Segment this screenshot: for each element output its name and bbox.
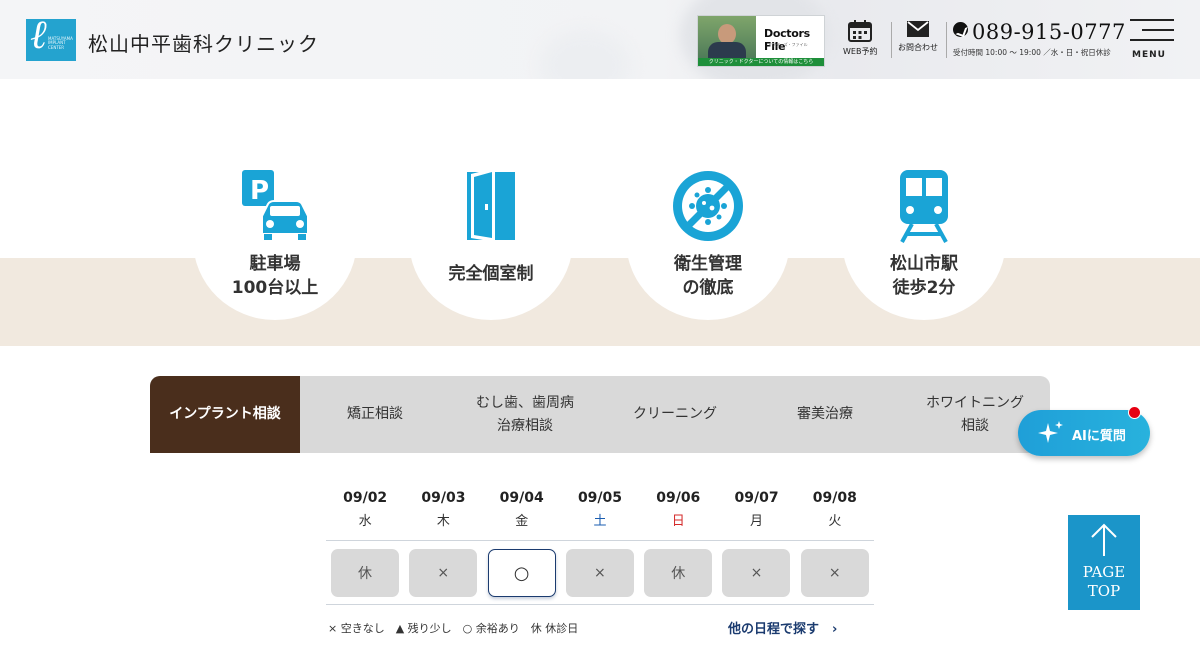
availability-row: 休 × ○ × 休 × × bbox=[331, 549, 869, 597]
date-cell: 09/08 火 bbox=[812, 490, 857, 529]
treatment-tabs: インプラント相談 矯正相談 むし歯、歯周病治療相談 クリーニング 審美治療 ホワ… bbox=[150, 376, 1050, 453]
logo-small-text: MATSUYAMA IMPLANT CENTER bbox=[48, 36, 73, 50]
web-reserve-label: WEB予約 bbox=[843, 47, 878, 56]
feature-line1: 松山市駅 bbox=[890, 254, 958, 274]
feature-parking: P 駐車場 100台以上 bbox=[193, 160, 357, 320]
notification-dot bbox=[1128, 406, 1141, 419]
contact-label: お問合わせ bbox=[898, 43, 938, 52]
phone-block[interactable]: 089-915-0777 受付時間 10:00 ～ 19:00 ／水・日・祝日休… bbox=[953, 20, 1126, 58]
divider bbox=[326, 604, 874, 605]
date-row: 09/02 水 09/03 木 09/04 金 09/05 土 09/06 日 09/07… bbox=[326, 490, 874, 529]
page-top-button[interactable]: PAGE TOP bbox=[1068, 515, 1140, 610]
menu-label: MENU bbox=[1132, 50, 1166, 60]
site-header: ℓ MATSUYAMA IMPLANT CENTER 松山中平歯科クリニック D… bbox=[0, 0, 1200, 79]
header-divider bbox=[946, 22, 947, 58]
svg-text:P: P bbox=[250, 176, 269, 206]
parking-car-icon: P bbox=[242, 170, 309, 240]
logo-letter: ℓ bbox=[30, 12, 47, 58]
page-top-label: PAGE bbox=[1082, 563, 1126, 581]
doctors-file-subtitle: ドクターズ・ファイル bbox=[768, 42, 808, 47]
business-hours: 受付時間 10:00 ～ 19:00 ／水・日・祝日休診 bbox=[953, 48, 1111, 57]
feature-line1: 完全個室制 bbox=[448, 264, 534, 284]
tab-implant[interactable]: インプラント相談 bbox=[150, 376, 300, 453]
divider bbox=[326, 540, 874, 541]
slot-full: × bbox=[800, 549, 869, 597]
no-germs-icon bbox=[673, 171, 743, 241]
feature-line2: 徒歩2分 bbox=[892, 278, 956, 298]
date-cell: 09/04 金 bbox=[499, 490, 544, 529]
slot-full: × bbox=[565, 549, 634, 597]
feature-line2: 100台以上 bbox=[231, 278, 319, 298]
doctors-file-banner[interactable]: Doctors File ドクターズ・ファイル クリニック・ドクターについての情… bbox=[697, 15, 825, 67]
doctor-photo bbox=[698, 16, 756, 60]
date-cell: 09/03 木 bbox=[421, 490, 466, 529]
feature-band bbox=[0, 258, 1200, 346]
feature-line1: 衛生管理 bbox=[674, 254, 742, 274]
site-title[interactable]: 松山中平歯科クリニック bbox=[88, 28, 319, 57]
feature-station: 松山市駅徒歩2分 bbox=[842, 160, 1006, 320]
mail-icon bbox=[907, 21, 929, 37]
calendar-icon bbox=[848, 20, 873, 42]
phone-icon bbox=[953, 22, 968, 37]
clinic-logo[interactable]: ℓ MATSUYAMA IMPLANT CENTER bbox=[26, 15, 76, 61]
ai-question-label: AIに質問 bbox=[1072, 429, 1126, 444]
arrow-up-icon bbox=[1091, 523, 1117, 556]
slot-full: × bbox=[409, 549, 478, 597]
tab-orthodontics[interactable]: 矯正相談 bbox=[300, 376, 450, 453]
slot-closed: 休 bbox=[644, 549, 713, 597]
tab-cavity-periodontal[interactable]: むし歯、歯周病治療相談 bbox=[450, 376, 600, 453]
menu-button[interactable]: MENU bbox=[1128, 17, 1176, 65]
phone-number: 089-915-0777 bbox=[972, 20, 1126, 44]
web-reserve-link[interactable]: WEB予約 bbox=[843, 20, 877, 57]
feature-hygiene: 衛生管理 の徹底 bbox=[626, 160, 790, 320]
tab-cleaning[interactable]: クリーニング bbox=[600, 376, 750, 453]
sparkle-icon bbox=[1038, 421, 1063, 443]
other-dates-link[interactable]: 他の日程で探す › bbox=[728, 618, 837, 637]
feature-private-room: 完全個室制 bbox=[409, 160, 573, 320]
date-cell: 09/05 土 bbox=[577, 490, 623, 529]
contact-link[interactable]: お問合わせ bbox=[898, 20, 938, 53]
header-divider bbox=[891, 22, 892, 58]
slot-available[interactable]: ○ bbox=[487, 549, 556, 597]
date-cell: 09/07 月 bbox=[734, 490, 779, 529]
availability-legend: × 空きなし ▲ 残り少し ○ 余裕あり 休 休診日 bbox=[328, 622, 579, 635]
door-icon bbox=[467, 168, 515, 242]
train-icon bbox=[900, 170, 948, 243]
ai-question-button[interactable]: AIに質問 bbox=[1018, 406, 1150, 456]
doctors-file-bar: クリニック・ドクターについての情報はこちら bbox=[698, 58, 824, 66]
date-cell: 09/06 日 bbox=[656, 490, 701, 529]
header-background-photo-2 bbox=[540, 30, 630, 79]
slot-closed: 休 bbox=[331, 549, 399, 597]
feature-line2: の徹底 bbox=[682, 278, 734, 298]
slot-full: × bbox=[722, 549, 791, 597]
date-cell: 09/02 水 bbox=[343, 490, 388, 529]
feature-line1: 駐車場 bbox=[249, 254, 301, 274]
tab-aesthetic[interactable]: 審美治療 bbox=[750, 376, 900, 453]
reservation-schedule: インプラント相談 矯正相談 むし歯、歯周病治療相談 クリーニング 審美治療 ホワ… bbox=[150, 376, 1050, 646]
page-top-label: TOP bbox=[1087, 582, 1121, 600]
doctors-file-title: Doctors File bbox=[764, 27, 810, 53]
